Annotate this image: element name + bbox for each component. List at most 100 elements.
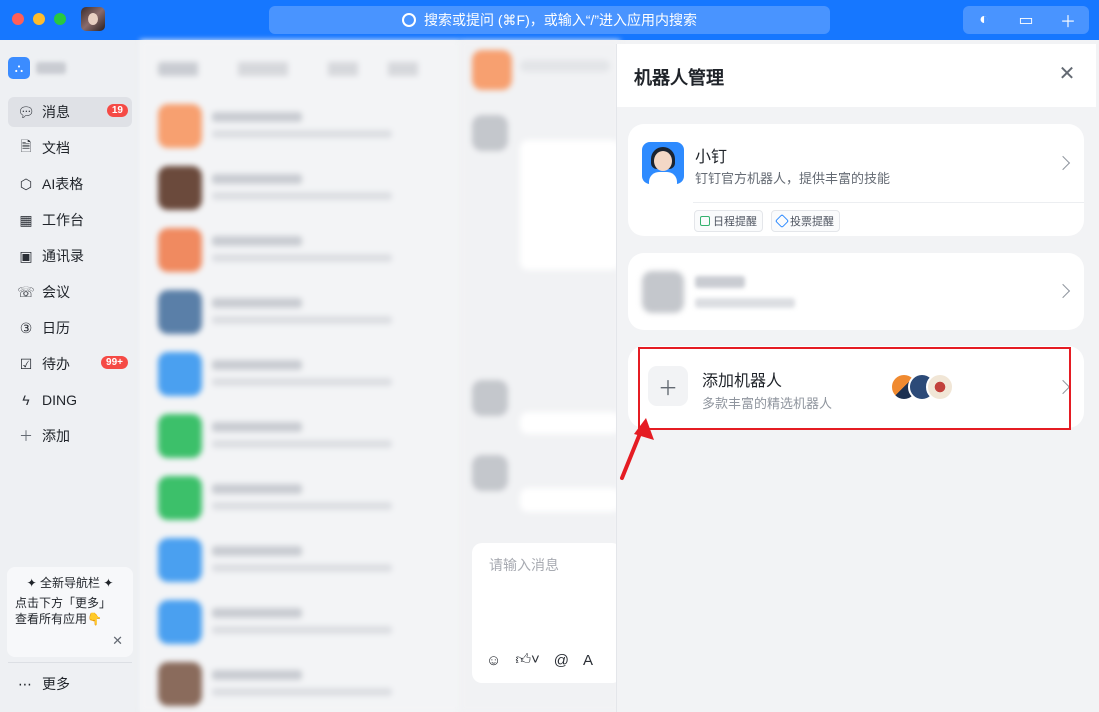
todo-icon: ☑ (19, 355, 33, 372)
unread-badge: 19 (106, 104, 128, 117)
highlight-box (638, 347, 1071, 430)
nav-label: 通讯录 (42, 248, 84, 264)
chevron-right-icon (1055, 155, 1071, 171)
divider (693, 202, 1084, 203)
nav-label: 添加 (42, 428, 70, 444)
list-item[interactable] (158, 98, 448, 154)
search-placeholder: 搜索或提问 (⌘F)，或输入“/”进入应用内搜索 (424, 12, 697, 28)
todo-badge: 99+ (101, 356, 128, 369)
org-name-blurred (36, 62, 66, 74)
calendar-icon: ③ (19, 319, 33, 336)
text-format-icon[interactable]: A (583, 652, 593, 669)
message-input-placeholder: 请输入消息 (489, 557, 559, 573)
user-avatar[interactable] (81, 7, 105, 31)
list-item[interactable] (158, 408, 448, 464)
meeting-icon: ☏ (17, 283, 35, 300)
promo-title-text: 全新导航栏 (39, 576, 100, 590)
list-item[interactable] (158, 656, 448, 712)
nav-label: AI表格 (42, 176, 84, 192)
nav-item-docs[interactable]: 🗎︎ 文档 (8, 133, 132, 163)
maximize-window-button[interactable] (54, 13, 66, 25)
nav-label: 工作台 (42, 212, 84, 228)
top-right-toolbar: ◐ ▭ ＋ (963, 6, 1089, 34)
thumbs-up-icon[interactable]: 👍︎˅ (515, 651, 539, 669)
nav-item-more[interactable]: ⋯ 更多 (18, 674, 70, 694)
promo-line1: 点击下方「更多」 (15, 596, 112, 610)
robot-skill-chips: 日程提醒 投票提醒 (694, 210, 840, 232)
chip-label: 投票提醒 (790, 216, 834, 228)
minimize-window-button[interactable] (33, 13, 45, 25)
nav-label: 会议 (42, 284, 70, 300)
skill-chip-schedule[interactable]: 日程提醒 (694, 210, 763, 232)
divider (8, 662, 132, 663)
schedule-icon (700, 216, 710, 226)
annotation-arrow-icon (620, 418, 654, 480)
close-icon[interactable]: ✕ (1057, 64, 1077, 84)
nav-label: 日历 (42, 320, 70, 336)
robot-description: 钉钉官方机器人，提供丰富的技能 (695, 171, 891, 186)
nav-label: 文档 (42, 140, 70, 156)
chat-toolbar: ☺ 👍︎˅ @ A (486, 651, 593, 669)
list-item[interactable] (158, 594, 448, 650)
conversation-tabs-blurred (158, 62, 438, 76)
list-item[interactable] (158, 222, 448, 278)
emoji-icon[interactable]: ☺ (486, 652, 501, 669)
nav-item-messages[interactable]: 💬︎ 消息 19 (8, 97, 132, 127)
robot-avatar (642, 142, 684, 184)
robot-card-blurred[interactable] (628, 253, 1084, 330)
close-window-button[interactable] (12, 13, 24, 25)
list-item[interactable] (158, 160, 448, 216)
promo-line2: 查看所有应用👇 (15, 612, 102, 626)
nav-item-calendar[interactable]: ③ 日历 (8, 313, 132, 343)
more-dots-icon: ⋯ (18, 675, 32, 692)
nav-item-workbench[interactable]: ▦ 工作台 (8, 205, 132, 235)
message-input[interactable]: 请输入消息 ☺ 👍︎˅ @ A (472, 543, 622, 683)
chevron-right-icon (1055, 283, 1071, 299)
list-item[interactable] (158, 284, 448, 340)
plus-icon[interactable]: ＋ (1057, 9, 1079, 31)
workbench-icon: ▦ (19, 211, 33, 228)
document-icon: 🗎︎ (20, 138, 32, 154)
list-item[interactable] (158, 470, 448, 526)
org-logo-icon: ⛬ (8, 57, 30, 79)
robot-name-blurred (695, 276, 745, 288)
mention-icon[interactable]: @ (554, 652, 569, 669)
panel-title: 机器人管理 (634, 68, 724, 88)
nav-label: 消息 (42, 104, 70, 120)
robot-name: 小钉 (695, 149, 728, 166)
chip-label: 日程提醒 (713, 216, 757, 228)
global-search-bar[interactable]: 搜索或提问 (⌘F)，或输入“/”进入应用内搜索 (269, 6, 830, 34)
robot-avatar-blurred (642, 271, 684, 313)
screen-share-icon[interactable]: ▭ (1015, 9, 1037, 31)
list-item[interactable] (158, 532, 448, 588)
ding-icon: ϟ (22, 392, 30, 408)
promo-title: ✦ 全新导航栏 ✦ (26, 576, 114, 590)
new-nav-promo: ✦ 全新导航栏 ✦ 点击下方「更多」 查看所有应用👇 ✕ (7, 567, 133, 657)
nav-item-ai-table[interactable]: ⬡ AI表格 (8, 169, 132, 199)
skill-chip-vote[interactable]: 投票提醒 (771, 210, 840, 232)
ai-assistant-icon[interactable]: ◐ (973, 9, 995, 31)
panel-header: 机器人管理 ✕ (617, 44, 1096, 107)
vote-icon (774, 213, 790, 229)
nav-item-meeting[interactable]: ☏ 会议 (8, 277, 132, 307)
robot-card-xiaoding[interactable]: 小钉 钉钉官方机器人，提供丰富的技能 日程提醒 投票提醒 (628, 124, 1084, 236)
close-icon[interactable]: ✕ (112, 633, 123, 649)
nav-label: 更多 (42, 676, 70, 692)
nav-item-ding[interactable]: ϟ DING (8, 385, 132, 415)
nav-item-todo[interactable]: ☑ 待办 99+ (8, 349, 132, 379)
left-navigation: ⛬ 💬︎ 消息 19 🗎︎ 文档 ⬡ AI表格 ▦ 工作台 ▣ 通讯录 ☏ 会议… (0, 40, 140, 712)
nav-label: 待办 (42, 356, 70, 372)
contacts-icon: ▣ (19, 247, 33, 264)
robot-desc-blurred (695, 298, 795, 308)
search-icon (402, 13, 416, 27)
message-icon: 💬︎ (17, 103, 35, 120)
ai-table-icon: ⬡ (19, 175, 33, 192)
conversation-list-blurred (140, 40, 460, 712)
plus-icon: ＋ (19, 428, 33, 444)
nav-item-contacts[interactable]: ▣ 通讯录 (8, 241, 132, 271)
list-item[interactable] (158, 346, 448, 402)
nav-label: DING (42, 392, 77, 408)
org-switcher[interactable]: ⛬ (8, 57, 66, 79)
nav-item-add[interactable]: ＋ 添加 (8, 421, 132, 451)
title-bar: 搜索或提问 (⌘F)，或输入“/”进入应用内搜索 ◐ ▭ ＋ (0, 0, 1099, 40)
